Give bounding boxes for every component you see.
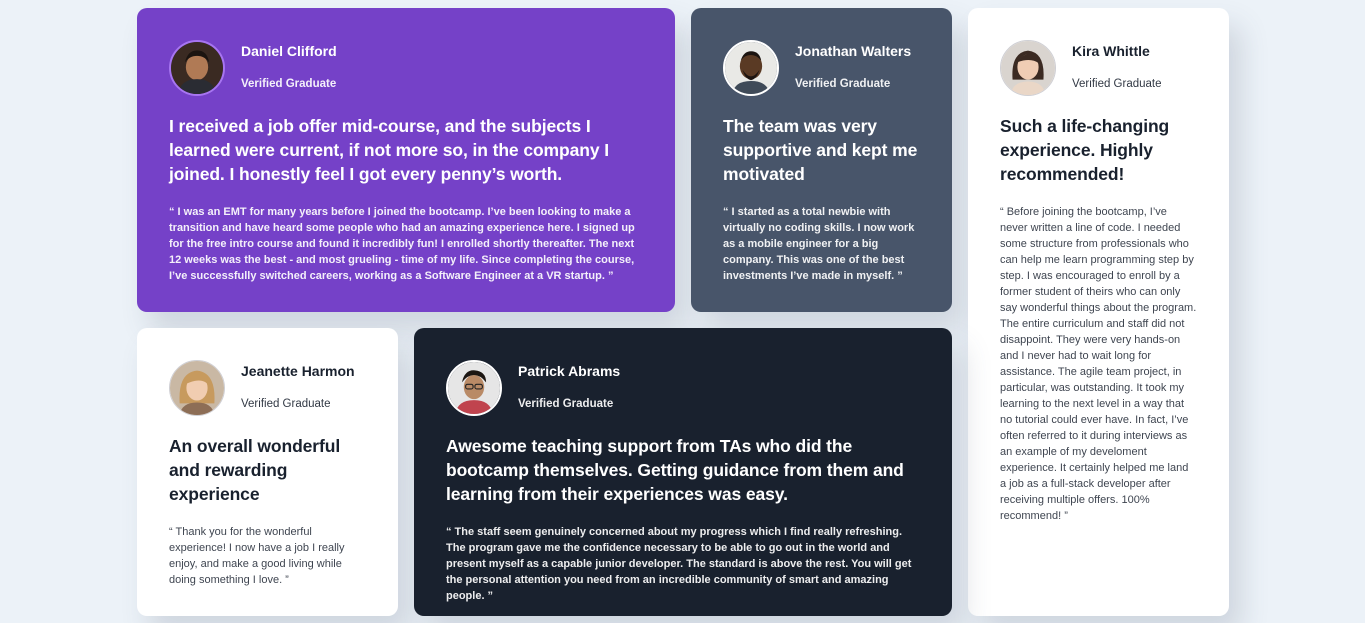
testimonial-headline: The team was very supportive and kept me… <box>723 116 918 184</box>
testimonial-quote: “ Thank you for the wonderful experience… <box>169 526 345 586</box>
testimonial-quote: “ I was an EMT for many years before I j… <box>169 206 635 282</box>
reviewer-role: Verified Graduate <box>1072 78 1162 90</box>
testimonial-card-jonathan-walters: Jonathan Walters Verified Graduate The t… <box>691 8 952 312</box>
reviewer-role: Verified Graduate <box>241 398 331 410</box>
reviewer-role: Verified Graduate <box>241 78 337 90</box>
testimonial-headline: An overall wonderful and rewarding exper… <box>169 436 341 504</box>
reviewer-name: Patrick Abrams <box>518 363 621 379</box>
reviewer-name: Kira Whittle <box>1072 43 1150 59</box>
testimonial-header: Jonathan Walters Verified Graduate <box>723 40 920 96</box>
testimonial-header: Patrick Abrams Verified Graduate <box>446 360 920 416</box>
avatar <box>723 40 779 96</box>
testimonial-card-patrick-abrams: Patrick Abrams Verified Graduate Awesome… <box>414 328 952 616</box>
avatar <box>169 360 225 416</box>
testimonial-card-daniel-clifford: Daniel Clifford Verified Graduate I rece… <box>137 8 675 312</box>
reviewer-role: Verified Graduate <box>518 398 614 410</box>
reviewer-name: Jonathan Walters <box>795 43 912 59</box>
testimonial-headline: Such a life-changing experience. Highly … <box>1000 116 1170 184</box>
testimonial-headline: I received a job offer mid-course, and t… <box>169 116 609 184</box>
reviewer-role: Verified Graduate <box>795 78 891 90</box>
testimonial-quote: “ The staff seem genuinely concerned abo… <box>446 526 912 602</box>
testimonial-quote: “ I started as a total newbie with virtu… <box>723 206 915 282</box>
avatar <box>1000 40 1056 96</box>
testimonial-headline: Awesome teaching support from TAs who di… <box>446 436 904 504</box>
testimonial-card-kira-whittle: Kira Whittle Verified Graduate Such a li… <box>968 8 1229 616</box>
reviewer-name: Daniel Clifford <box>241 43 337 59</box>
avatar <box>169 40 225 96</box>
testimonial-card-jeanette-harmon: Jeanette Harmon Verified Graduate An ove… <box>137 328 398 616</box>
testimonial-quote: “ Before joining the bootcamp, I’ve neve… <box>1000 206 1197 522</box>
testimonial-header: Kira Whittle Verified Graduate <box>1000 40 1197 96</box>
avatar <box>446 360 502 416</box>
reviewer-name: Jeanette Harmon <box>241 363 355 379</box>
testimonial-header: Jeanette Harmon Verified Graduate <box>169 360 366 416</box>
testimonial-header: Daniel Clifford Verified Graduate <box>169 40 643 96</box>
